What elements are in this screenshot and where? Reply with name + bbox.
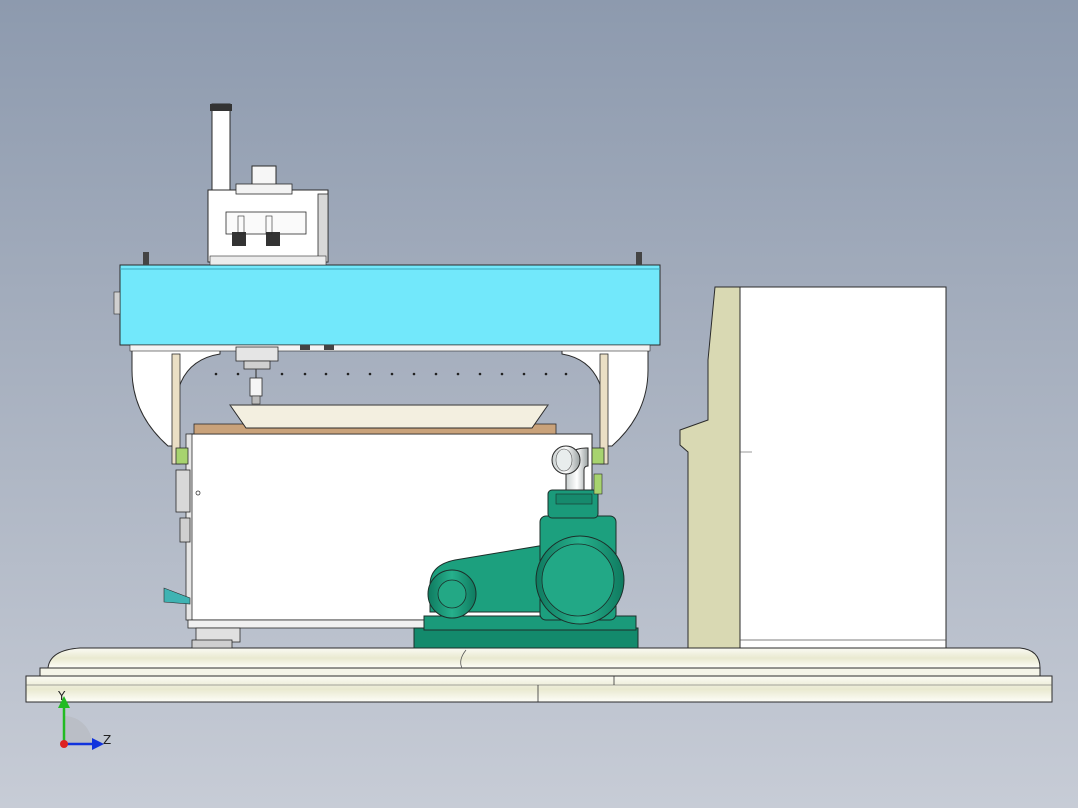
dotted-guide xyxy=(214,372,568,376)
y-axis-label: Y xyxy=(57,689,66,703)
work-table xyxy=(193,404,557,435)
x-axis-dot xyxy=(60,740,68,748)
z-axis-label: Z xyxy=(103,733,111,747)
control-cabinet xyxy=(679,286,947,649)
cad-viewport[interactable]: Y Z xyxy=(0,0,1078,808)
gantry-beam xyxy=(113,252,661,352)
base-platform xyxy=(25,647,1053,703)
spindle-carriage xyxy=(207,103,334,405)
